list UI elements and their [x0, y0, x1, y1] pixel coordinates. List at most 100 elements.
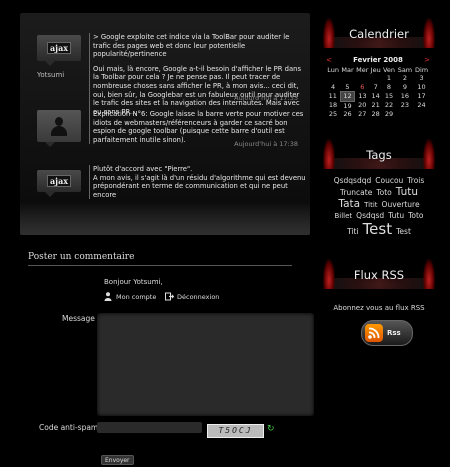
- tag-link[interactable]: Ouverture: [382, 201, 420, 209]
- tag-link[interactable]: Toto: [408, 211, 423, 220]
- avatar: [37, 110, 81, 147]
- calendar-title: Calendrier: [349, 27, 409, 41]
- calendar-day[interactable]: 14: [370, 92, 382, 101]
- avatar-logo: ajax: [46, 42, 72, 54]
- prev-month-button[interactable]: <: [326, 55, 332, 66]
- tag-link[interactable]: Trois: [407, 177, 424, 185]
- tag-link[interactable]: Test: [396, 227, 411, 236]
- comment-paragraph: A mon avis, il s'agit là d'un résidu d'a…: [93, 173, 306, 199]
- rss-header: Flux RSS: [321, 257, 437, 289]
- tag-link[interactable]: Coucou: [375, 177, 403, 185]
- calendar-grid: Lun Mar Mer Jeu Ven Sam Dim 1 2 3 4 5 6 7 8 9 10 11 12 13 1…: [326, 66, 430, 118]
- tag-link[interactable]: Tata: [338, 199, 360, 210]
- message-label: Message: [62, 314, 95, 323]
- rss-feed-icon: [365, 324, 383, 342]
- calendar-day[interactable]: 12: [339, 91, 356, 102]
- comment-paragraph: > Google exploite cet indice via la Tool…: [93, 33, 290, 59]
- calendar-day[interactable]: 18: [326, 101, 340, 110]
- comment-paragraph: Oui mais, là encore, Google a-t-il besoi…: [93, 64, 301, 116]
- calendar-day[interactable]: 15: [382, 92, 397, 101]
- calendar-day[interactable]: 10: [414, 83, 430, 92]
- comment-paragraph: Plutôt d'accord avec "Pierre".: [93, 165, 193, 173]
- captcha-image: T5OCJ: [207, 424, 264, 438]
- calendar-day[interactable]: 16: [396, 92, 413, 101]
- tag-link[interactable]: Test: [363, 221, 393, 237]
- tag-cloud: Qsdqsdqd Coucou TroisTruncate Toto TutuTata T…: [326, 176, 432, 238]
- calendar-day[interactable]: 26: [340, 110, 355, 118]
- calendar-day[interactable]: 6: [355, 83, 370, 92]
- calendar-day[interactable]: 13: [355, 92, 370, 101]
- tags-title: Tags: [366, 148, 392, 162]
- calendar-day[interactable]: 4: [326, 83, 340, 92]
- calendar-day[interactable]: 17: [414, 92, 430, 101]
- comment-author: Yotsumi: [37, 71, 65, 79]
- account-link-label: Mon compte: [116, 292, 157, 301]
- comment-date: Aujourd'hui à 17:38: [234, 140, 298, 148]
- calendar-day[interactable]: 8: [382, 83, 397, 92]
- tag-link[interactable]: Qsdqsd: [356, 211, 384, 220]
- next-month-button[interactable]: >: [424, 55, 430, 66]
- avatar: ajax: [37, 170, 81, 197]
- calendar-day-header: Mar: [341, 66, 354, 74]
- calendar-day-header: Ven: [382, 66, 395, 74]
- calendar-day: [370, 74, 382, 82]
- divider: [28, 265, 292, 266]
- rss-button[interactable]: Rss: [361, 320, 413, 346]
- tag-link[interactable]: Truncate: [340, 188, 372, 197]
- logout-link[interactable]: Déconnexion: [165, 292, 219, 301]
- calendar-day[interactable]: 29: [382, 110, 397, 118]
- antispam-input[interactable]: [97, 422, 202, 433]
- user-icon: [104, 292, 112, 301]
- calendar-day-header: Jeu: [370, 66, 381, 74]
- calendar-day[interactable]: 9: [396, 83, 413, 92]
- calendar-day[interactable]: 1: [382, 74, 397, 82]
- account-link[interactable]: Mon compte: [104, 292, 156, 301]
- calendar-header: Calendrier: [321, 16, 437, 48]
- calendar-day[interactable]: 25: [326, 110, 340, 118]
- calendar-day[interactable]: 21: [370, 101, 382, 110]
- comments-list: ajax Yotsumi > Google exploite cet indic…: [20, 13, 310, 235]
- greeting-text: Bonjour Yotsumi,: [104, 278, 163, 286]
- calendar-day[interactable]: 19: [340, 101, 355, 110]
- submit-button[interactable]: Envoyer: [101, 455, 134, 465]
- tag-link[interactable]: Billet: [334, 212, 352, 220]
- calendar-week: 11 12 13 14 15 16 17: [326, 91, 430, 102]
- calendar-day[interactable]: 7: [370, 83, 382, 92]
- calendar-day-header: Sam: [397, 66, 413, 74]
- rss-description: Abonnez vous au flux RSS: [333, 304, 425, 312]
- calendar-day: [340, 74, 355, 82]
- tag-link[interactable]: Tutu: [396, 186, 418, 198]
- message-textarea[interactable]: [97, 313, 314, 416]
- calendar-day[interactable]: 22: [382, 101, 397, 110]
- calendar-day[interactable]: 11: [326, 92, 340, 101]
- tag-link[interactable]: Qsdqsdqd: [334, 177, 372, 185]
- comment-text: > Google exploite cet indice via la Tool…: [89, 33, 306, 117]
- calendar-day[interactable]: 27: [355, 110, 370, 118]
- calendar-day[interactable]: 20: [355, 101, 370, 110]
- calendar-week: 18 19 20 21 22 23 24: [326, 101, 430, 110]
- tag-link[interactable]: Titit: [364, 202, 377, 209]
- calendar-day[interactable]: 5: [340, 83, 355, 92]
- calendar-day[interactable]: 23: [396, 101, 413, 110]
- tag-link[interactable]: Toto: [376, 188, 391, 197]
- user-silhouette-icon: [49, 116, 69, 136]
- calendar-day: [326, 74, 340, 82]
- tags-header: Tags: [321, 137, 437, 169]
- calendar-day[interactable]: 24: [414, 101, 430, 110]
- calendar: < Fevrier 2008 > Lun Mar Mer Jeu Ven Sam Dim 1…: [326, 55, 430, 118]
- calendar-day: [396, 110, 413, 118]
- calendar-day[interactable]: 28: [370, 110, 382, 118]
- calendar-day-header: Lun: [327, 66, 339, 74]
- form-title: Poster un commentaire: [28, 252, 135, 262]
- calendar-day: [355, 74, 370, 82]
- refresh-captcha-icon[interactable]: ↻: [267, 424, 275, 434]
- calendar-day[interactable]: 3: [414, 74, 430, 82]
- calendar-day[interactable]: 2: [396, 74, 413, 82]
- calendar-week: 4 5 6 7 8 9 10: [326, 83, 430, 92]
- tag-link[interactable]: Titi: [347, 227, 358, 236]
- fade-overlay: [20, 203, 310, 235]
- calendar-day-header: Mer: [356, 66, 369, 74]
- tag-link[interactable]: Tutu: [388, 211, 404, 220]
- calendar-month: Fevrier 2008: [353, 56, 403, 64]
- avatar: ajax: [37, 35, 81, 66]
